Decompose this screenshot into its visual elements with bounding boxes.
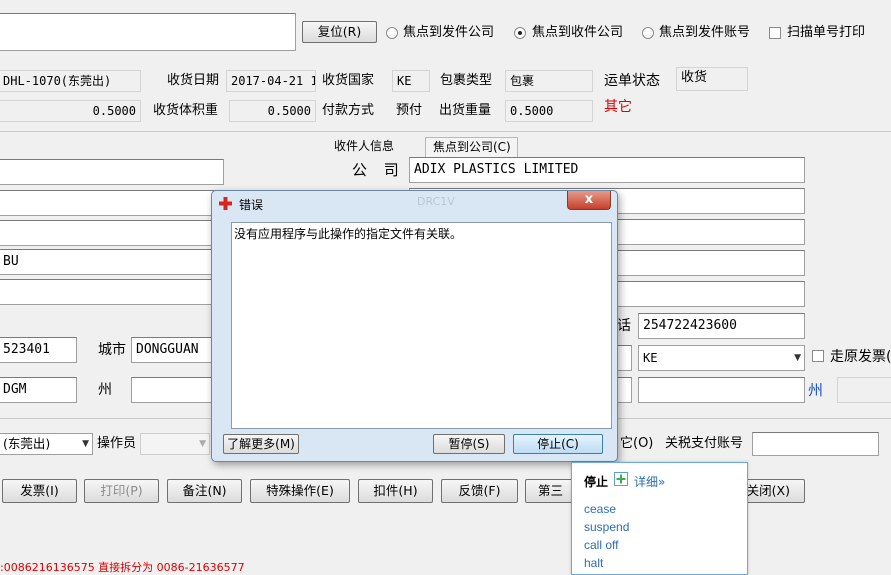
sender-code-field[interactable]: DGM: [0, 377, 77, 403]
receive-date-field: 2017-04-21 1: [226, 70, 316, 92]
operator-label: 操作员: [97, 436, 137, 451]
tooltip-option[interactable]: suspend: [584, 520, 629, 534]
waybill-status-field: 收货: [676, 67, 748, 91]
sender-city-label: 城市: [98, 342, 126, 358]
stop-button[interactable]: 停止(C): [513, 434, 603, 454]
tooltip-title: 停止: [584, 475, 609, 489]
error-dialog-title: 错误: [239, 198, 264, 212]
receiver-section-title: 收件人信息: [334, 139, 395, 153]
hold-button[interactable]: 扣件(H): [358, 479, 433, 503]
receiver-phone-label: 话: [617, 318, 631, 334]
origin-combo[interactable]: (东莞出) ▼: [0, 433, 93, 455]
tooltip-detail-link[interactable]: 详细»: [634, 473, 665, 490]
top-search-field[interactable]: [0, 13, 296, 51]
receiver-country-combo[interactable]: KE ▼: [638, 345, 805, 371]
receiver-country-value: KE: [643, 351, 658, 365]
receiver-company-label: 公 司: [352, 161, 405, 179]
package-type-label: 包裹类型: [440, 73, 493, 88]
tooltip-option[interactable]: cease: [584, 502, 616, 516]
learn-more-button[interactable]: 了解更多(M): [223, 434, 299, 454]
plus-icon: [614, 472, 628, 486]
receive-country-label: 收货国家: [322, 73, 375, 88]
receive-date-label: 收货日期: [167, 73, 220, 88]
volume-weight-field: 0.5000: [229, 100, 316, 122]
outgoing-weight-field: 0.5000: [505, 100, 593, 122]
operator-combo[interactable]: ▼: [140, 433, 210, 455]
row-divider: [0, 131, 891, 132]
receive-country-field: KE: [392, 70, 430, 92]
focus-sender-company-label: 焦点到发件公司: [403, 25, 495, 40]
package-type-field: 包裹: [505, 70, 593, 92]
waybill-status-label: 运单状态: [604, 73, 660, 89]
error-dialog-hidden-text: DRC1V: [417, 195, 455, 208]
sender-state-label: 州: [98, 382, 112, 398]
volume-weight-label: 收货体积重: [153, 103, 219, 118]
receiver-company-field[interactable]: ADIX PLASTICS LIMITED: [409, 157, 805, 183]
sender-field-5[interactable]: [0, 279, 224, 305]
scan-print-checkbox[interactable]: [769, 27, 781, 39]
chevron-down-icon: ▼: [199, 439, 206, 449]
outgoing-weight-label: 出货重量: [439, 103, 492, 118]
tooltip-option[interactable]: halt: [584, 556, 603, 570]
receiver-focus-tab[interactable]: 焦点到公司(C): [425, 137, 518, 157]
sender-field-4[interactable]: BU: [0, 249, 224, 275]
sender-field-2[interactable]: [0, 190, 224, 216]
chevron-down-icon: ▼: [82, 439, 89, 449]
focus-sender-account-label: 焦点到发件账号: [659, 25, 751, 40]
reset-button[interactable]: 复位(R): [302, 21, 377, 43]
weight-field: 0.5000: [0, 100, 141, 122]
origin-field: DHL-1070(东莞出): [0, 70, 141, 92]
receiver-focus-tab-label: 焦点到公司(C): [433, 140, 511, 154]
remark-button[interactable]: 备注(N): [167, 479, 242, 503]
scan-print-label: 扫描单号打印: [787, 25, 866, 40]
tooltip-option[interactable]: call off: [584, 538, 618, 552]
error-message-text: 没有应用程序与此操作的指定文件有关联。: [234, 227, 463, 241]
print-button[interactable]: 打印(P): [84, 479, 159, 503]
sender-postcode-field[interactable]: 523401: [0, 337, 77, 363]
other-red-label: 其它: [604, 99, 632, 115]
pause-button[interactable]: 暂停(S): [433, 434, 505, 454]
payment-method-value: 预付: [396, 103, 423, 118]
tax-account-field[interactable]: [752, 432, 879, 456]
tax-account-label: 关税支付账号: [665, 436, 744, 451]
focus-sender-account-radio[interactable]: [642, 27, 654, 39]
walk-invoice-checkbox[interactable]: [812, 350, 824, 362]
feedback-button[interactable]: 反馈(F): [441, 479, 518, 503]
error-dialog-titlebar[interactable]: 错误 DRC1V x: [212, 191, 617, 217]
focus-receiver-company-label: 焦点到收件公司: [532, 25, 624, 40]
sender-field-1[interactable]: [0, 159, 224, 185]
other-option-label: 它(O): [620, 436, 654, 451]
receiver-state-left-field[interactable]: [638, 377, 805, 403]
split-info-text: :0086216136575 直接拆分为 0086-21636577: [0, 561, 245, 574]
payment-method-label: 付款方式: [322, 103, 375, 118]
walk-invoice-label: 走原发票(: [830, 349, 891, 365]
invoice-button[interactable]: 发票(I): [2, 479, 77, 503]
translation-tooltip: 停止 详细» cease suspend call off halt: [571, 462, 748, 575]
focus-sender-company-radio[interactable]: [386, 27, 398, 39]
receiver-phone-field[interactable]: 254722423600: [638, 313, 805, 339]
receiver-state-field: [837, 377, 891, 403]
chevron-down-icon: ▼: [794, 353, 801, 363]
special-operation-button[interactable]: 特殊操作(E): [250, 479, 350, 503]
origin-combo-value: (东莞出): [3, 436, 51, 451]
error-message-area: 没有应用程序与此操作的指定文件有关联。: [231, 222, 612, 429]
error-icon: [219, 197, 232, 210]
receiver-state-label: 州: [808, 381, 824, 399]
focus-receiver-company-radio[interactable]: [514, 27, 526, 39]
close-icon: x: [584, 192, 594, 207]
error-dialog: 错误 DRC1V x 没有应用程序与此操作的指定文件有关联。 了解更多(M) 暂…: [211, 190, 618, 462]
sender-field-3[interactable]: [0, 220, 224, 246]
dialog-close-button[interactable]: x: [567, 191, 611, 210]
